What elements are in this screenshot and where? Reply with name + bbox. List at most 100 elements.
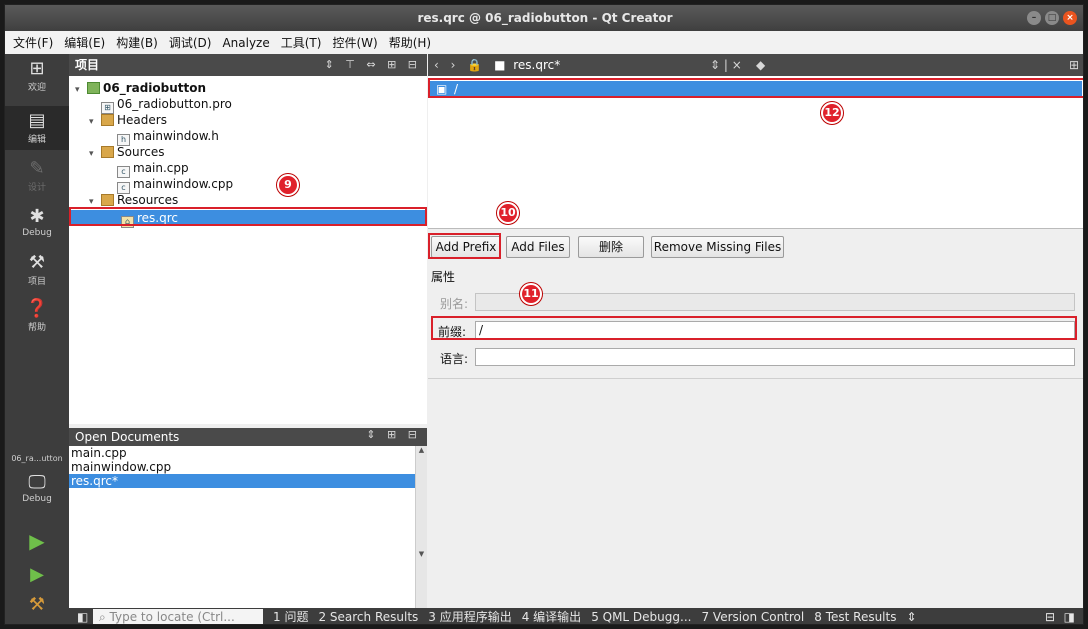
chevron-down-icon[interactable]: ▾ bbox=[89, 194, 101, 210]
tree-res-qrc[interactable]: ⌂ res.qrc bbox=[69, 210, 427, 228]
progress-toggle-icon[interactable]: ⊟ bbox=[1045, 608, 1055, 624]
menu-help[interactable]: 帮助(H) bbox=[389, 34, 431, 51]
lock-icon: 🔒 bbox=[467, 58, 483, 72]
kit-selector[interactable]: 🖵 Debug bbox=[5, 472, 69, 516]
tree-mainwindow-h[interactable]: h mainwindow.h bbox=[69, 128, 427, 146]
menu-file[interactable]: 文件(F) bbox=[13, 34, 53, 51]
tree-main-cpp[interactable]: c main.cpp bbox=[69, 160, 427, 178]
open-doc-main-cpp[interactable]: main.cpp bbox=[69, 446, 415, 460]
more-panes-icon[interactable]: ⇕ bbox=[906, 608, 916, 624]
forward-arrow-icon[interactable]: › bbox=[451, 58, 456, 72]
back-arrow-icon[interactable]: ‹ bbox=[434, 58, 439, 72]
annotation-badge-10: 10 bbox=[497, 202, 519, 224]
delete-button[interactable]: 删除 bbox=[578, 236, 644, 258]
language-label: 语言: bbox=[440, 352, 469, 366]
add-prefix-button[interactable]: Add Prefix bbox=[431, 236, 501, 258]
monitor-icon: 🖵 bbox=[28, 472, 46, 493]
menu-widgets[interactable]: 控件(W) bbox=[332, 34, 377, 51]
status-test-results[interactable]: 8 Test Results bbox=[814, 608, 896, 624]
help-icon: ❓ bbox=[25, 298, 49, 319]
menu-bar: 文件(F) 编辑(E) 构建(B) 调试(D) Analyze 工具(T) 控件… bbox=[5, 31, 1083, 54]
add-files-button[interactable]: Add Files bbox=[506, 236, 570, 258]
pencil-icon: ✎ bbox=[29, 158, 45, 179]
build-button[interactable]: ⚒ bbox=[5, 594, 69, 620]
remove-missing-files-button[interactable]: Remove Missing Files bbox=[651, 236, 784, 258]
grid-icon: ⊞ bbox=[29, 58, 45, 79]
status-compile-output[interactable]: 4 编译输出 bbox=[522, 608, 581, 624]
menu-tools[interactable]: 工具(T) bbox=[281, 34, 322, 51]
open-documents-header: Open Documents ⇕ ⊞ ⊟ bbox=[69, 428, 427, 446]
tree-resources-folder[interactable]: ▾ Resources bbox=[69, 192, 427, 208]
window-controls: – □ × bbox=[1027, 11, 1077, 25]
resource-tree: ▣ / bbox=[428, 76, 1083, 228]
tree-headers-folder[interactable]: ▾ Headers bbox=[69, 112, 427, 128]
folder-icon bbox=[101, 194, 114, 206]
title-bar: res.qrc @ 06_radiobutton - Qt Creator – … bbox=[5, 5, 1083, 31]
mode-help[interactable]: ❓ 帮助 bbox=[5, 298, 69, 342]
resource-prefix-row[interactable]: ▣ / bbox=[430, 81, 1082, 97]
symbols-icon[interactable]: ◆ bbox=[756, 54, 765, 76]
debug-run-icon: ▶ bbox=[30, 564, 44, 585]
status-version-control[interactable]: 7 Version Control bbox=[701, 608, 804, 624]
alias-field[interactable] bbox=[475, 293, 1075, 311]
mode-design[interactable]: ✎ 设计 bbox=[5, 158, 69, 202]
status-search-results[interactable]: 2 Search Results bbox=[318, 608, 418, 624]
tree-mainwindow-cpp[interactable]: c mainwindow.cpp bbox=[69, 176, 427, 194]
annotation-badge-9: 9 bbox=[277, 174, 299, 196]
tree-pro-file[interactable]: ⊞ 06_radiobutton.pro bbox=[69, 96, 427, 114]
status-app-output[interactable]: 3 应用程序输出 bbox=[428, 608, 511, 624]
mode-edit[interactable]: ▤ 编辑 bbox=[5, 106, 69, 150]
language-field[interactable] bbox=[475, 348, 1075, 366]
output-toggle-icon[interactable]: ◨ bbox=[1064, 608, 1075, 624]
project-pane-header: 项目 ⇕ ⊤ ⇔ ⊞ ⊟ bbox=[69, 54, 427, 76]
folder-icon bbox=[101, 146, 114, 158]
edit-icon: ▤ bbox=[28, 110, 46, 131]
menu-edit[interactable]: 编辑(E) bbox=[64, 34, 105, 51]
minimize-icon[interactable]: – bbox=[1027, 11, 1041, 25]
open-doc-res-qrc[interactable]: res.qrc* bbox=[69, 474, 415, 488]
sidebar-toggle-icon[interactable]: ◧ bbox=[77, 608, 88, 624]
tree-sources-folder[interactable]: ▾ Sources bbox=[69, 144, 427, 160]
kit-project-name[interactable]: 06_ra...utton bbox=[5, 454, 69, 470]
mode-welcome[interactable]: ⊞ 欢迎 bbox=[5, 58, 69, 102]
properties-label: 属性 bbox=[431, 270, 456, 284]
mode-sidebar: ⊞ 欢迎 ▤ 编辑 ✎ 设计 ✱ Debug ⚒ 项目 ❓ 帮助 06_ra..… bbox=[5, 54, 69, 624]
editor-empty-area bbox=[428, 378, 1083, 608]
status-issues[interactable]: 1 问题 bbox=[273, 608, 308, 624]
window-title: res.qrc @ 06_radiobutton - Qt Creator bbox=[417, 11, 673, 25]
open-documents-list: main.cpp mainwindow.cpp res.qrc* bbox=[69, 446, 415, 608]
open-documents-scrollbar[interactable]: ▲ ▼ bbox=[415, 446, 427, 608]
alias-label: 别名: bbox=[440, 297, 469, 311]
split-icon[interactable]: ⊞ bbox=[1069, 54, 1079, 76]
annotation-badge-11: 11 bbox=[520, 283, 542, 305]
editor-header: ‹ › 🔒 ■ res.qrc* ⇕ | × ◆ ⊞ bbox=[428, 54, 1083, 76]
editor-tab-label[interactable]: res.qrc* bbox=[513, 58, 560, 72]
mode-projects[interactable]: ⚒ 项目 bbox=[5, 252, 69, 296]
folder-icon bbox=[101, 114, 114, 126]
mode-debug[interactable]: ✱ Debug bbox=[5, 206, 69, 250]
tab-switch-icon[interactable]: ⇕ | × bbox=[710, 54, 742, 76]
hammer-icon: ⚒ bbox=[28, 594, 46, 615]
menu-debug[interactable]: 调试(D) bbox=[169, 34, 212, 51]
debug-run-button[interactable]: ▶ bbox=[5, 564, 69, 590]
status-qml-debug[interactable]: 5 QML Debugg... bbox=[591, 608, 691, 624]
menu-analyze[interactable]: Analyze bbox=[222, 36, 269, 50]
prefix-field[interactable]: / bbox=[475, 321, 1075, 339]
annotation-badge-12: 12 bbox=[821, 102, 843, 124]
open-documents-tools[interactable]: ⇕ ⊞ ⊟ bbox=[366, 426, 421, 444]
maximize-icon[interactable]: □ bbox=[1045, 11, 1059, 25]
project-pane-tools[interactable]: ⇕ ⊤ ⇔ ⊞ ⊟ bbox=[325, 54, 421, 76]
open-doc-mainwindow-cpp[interactable]: mainwindow.cpp bbox=[69, 460, 415, 474]
project-tree: ▾ 06_radiobutton ⊞ 06_radiobutton.pro ▾ Hea… bbox=[69, 76, 427, 424]
wrench-icon: ⚒ bbox=[28, 252, 46, 273]
locator-input[interactable]: ⌕ Type to locate (Ctrl... bbox=[93, 609, 263, 624]
prefix-folder-icon: ▣ bbox=[436, 82, 448, 96]
qt-creator-window: res.qrc @ 06_radiobutton - Qt Creator – … bbox=[4, 4, 1084, 625]
close-icon[interactable]: × bbox=[1063, 11, 1077, 25]
qrc-tab-icon: ■ bbox=[494, 58, 506, 72]
tree-project-root[interactable]: ▾ 06_radiobutton bbox=[69, 80, 427, 96]
prefix-label: 前缀: bbox=[438, 325, 467, 339]
run-button[interactable]: ▶ bbox=[5, 530, 69, 556]
bug-icon: ✱ bbox=[29, 206, 45, 227]
menu-build[interactable]: 构建(B) bbox=[116, 34, 158, 51]
